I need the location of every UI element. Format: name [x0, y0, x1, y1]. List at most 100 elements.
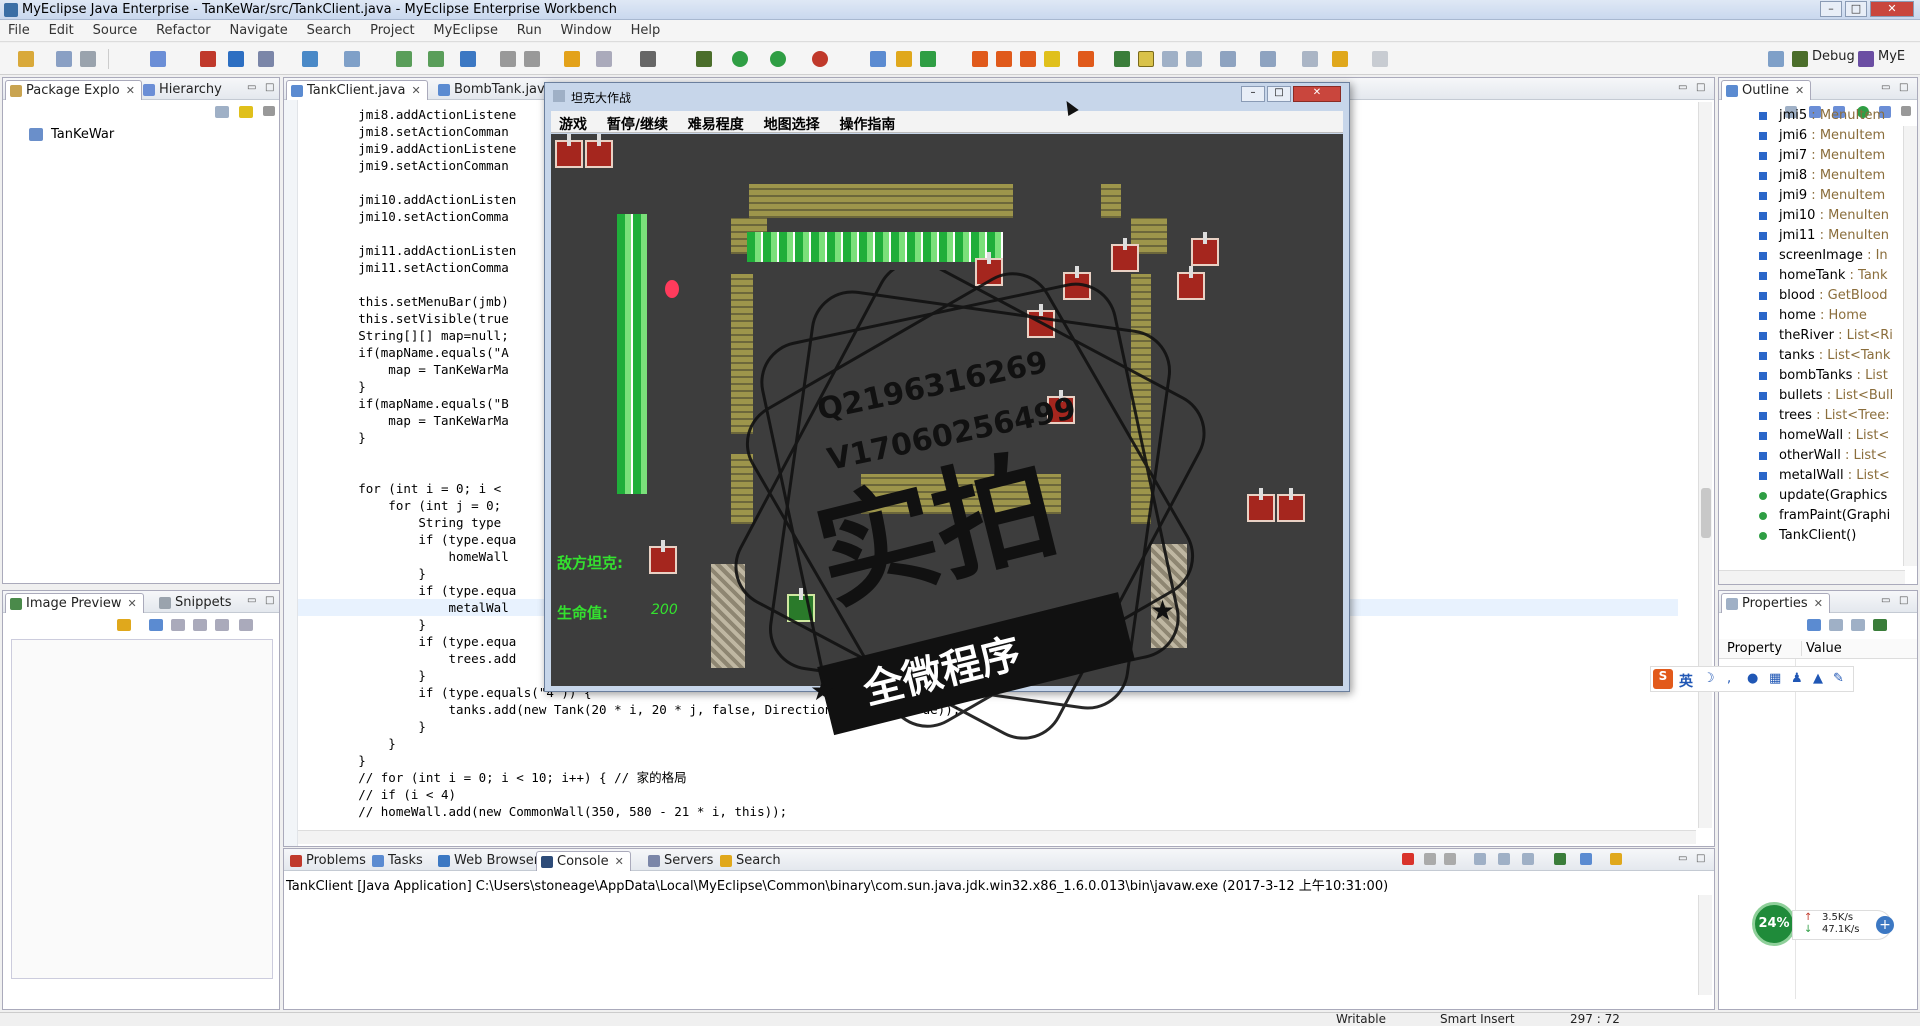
search-files-icon[interactable]	[1078, 51, 1094, 67]
web-icon[interactable]	[344, 51, 360, 67]
outline-item[interactable]: jmi10 : MenuIten	[1759, 208, 1889, 226]
close-icon[interactable]: ✕	[127, 597, 136, 610]
prev-annotation-icon[interactable]	[1260, 51, 1276, 67]
display-console-icon[interactable]	[1580, 853, 1592, 865]
pin-icon[interactable]	[117, 619, 131, 631]
outline-item[interactable]: jmi8 : MenuItem	[1759, 168, 1885, 186]
outline-item[interactable]: framPaint(Graphi	[1759, 508, 1890, 526]
console-scrollbar[interactable]	[1698, 895, 1712, 995]
game-menu-difficulty[interactable]: 难易程度	[680, 111, 752, 134]
tab-console[interactable]: Console ✕	[536, 851, 631, 871]
remove-all-icon[interactable]	[1444, 853, 1456, 865]
moon-icon[interactable]: ☽	[1703, 671, 1715, 686]
outline-item[interactable]: jmi5 : MenuItem	[1759, 108, 1885, 126]
open-perspective-icon[interactable]	[1768, 51, 1784, 67]
maximize-view-icon[interactable]: □	[1899, 82, 1908, 93]
view-menu-icon[interactable]	[1901, 106, 1911, 116]
minimize-view-icon[interactable]: ▭	[1881, 595, 1890, 606]
game-minimize-button[interactable]: –	[1241, 86, 1265, 102]
outline-item[interactable]: homeWall : List<	[1759, 428, 1889, 446]
menu-window[interactable]: Window	[553, 20, 619, 38]
open-file-icon[interactable]	[972, 51, 988, 67]
game-menu-pause[interactable]: 暂停/继续	[599, 111, 676, 134]
pin-properties-icon[interactable]	[1873, 619, 1887, 631]
close-button[interactable]: ✕	[1870, 1, 1914, 17]
outline-item[interactable]: tanks : List<Tank	[1759, 348, 1890, 366]
run-history-icon[interactable]	[770, 51, 786, 67]
settings-icon[interactable]	[596, 51, 612, 67]
copy-icon[interactable]	[524, 51, 540, 67]
myeclipse-perspective-button[interactable]: MyE	[1878, 49, 1905, 64]
tank-game-window[interactable]: 坦克大作战 – □ ✕ 游戏 暂停/继续 难易程度 地图选择 操作指南 敌方坦克…	[544, 82, 1350, 692]
mark-occurrences-icon[interactable]	[1138, 51, 1154, 67]
tab-servers[interactable]: Servers	[644, 851, 719, 871]
pen-icon[interactable]	[1044, 51, 1060, 67]
network-monitor-widget[interactable]: 24% ↑ 3.5K/s ↓ 47.1K/s +	[1752, 902, 1912, 948]
last-edit-icon[interactable]	[1302, 51, 1318, 67]
menu-project[interactable]: Project	[362, 20, 421, 38]
next-annotation-icon[interactable]	[1220, 51, 1236, 67]
tools-icon[interactable]: ✎	[1833, 671, 1844, 686]
game-canvas[interactable]: 敌方坦克: 生命值: 200	[551, 134, 1343, 686]
outline-item[interactable]: bombTanks : List	[1759, 368, 1888, 386]
collapse-all-icon[interactable]	[215, 106, 229, 118]
keyboard-icon[interactable]: ▦	[1769, 671, 1781, 686]
plus-icon[interactable]: +	[1876, 916, 1894, 934]
maximize-view-icon[interactable]: □	[1899, 595, 1908, 606]
outline-item[interactable]: jmi7 : MenuItem	[1759, 148, 1885, 166]
external-tools-icon[interactable]	[812, 51, 828, 67]
tab-hierarchy[interactable]: Hierarchy	[139, 80, 228, 100]
monitor-icon[interactable]	[640, 51, 656, 67]
outline-scrollbar[interactable]	[1903, 126, 1917, 566]
ime-toolbar[interactable]: S 英 ☽ , ● ▦ ♟ ▲ ✎	[1650, 666, 1854, 692]
run-icon[interactable]	[732, 51, 748, 67]
terminate-icon[interactable]	[1402, 853, 1414, 865]
stretch-icon[interactable]	[239, 619, 253, 631]
tab-web-browser[interactable]: Web Browser	[434, 851, 545, 871]
outline-item[interactable]: jmi6 : MenuItem	[1759, 128, 1885, 146]
actual-size-icon[interactable]	[215, 619, 229, 631]
new-package-icon[interactable]	[896, 51, 912, 67]
zoom-out-icon[interactable]	[171, 619, 185, 631]
tab-search[interactable]: Search	[716, 851, 787, 871]
editor-horizontal-scrollbar[interactable]	[298, 830, 1696, 844]
pin-console-icon[interactable]	[1554, 853, 1566, 865]
tab-outline[interactable]: Outline ✕	[1721, 80, 1812, 100]
outline-item[interactable]: jmi11 : MenuIten	[1759, 228, 1889, 246]
maximize-view-icon[interactable]: □	[1696, 853, 1705, 864]
package-icon[interactable]	[428, 51, 444, 67]
code-line[interactable]: // homeWall.add(new CommonWall(350, 580 …	[298, 803, 1678, 820]
game-menu-game[interactable]: 游戏	[551, 111, 595, 134]
game-close-button[interactable]: ✕	[1293, 86, 1341, 102]
minimize-view-icon[interactable]: ▭	[1678, 82, 1687, 93]
tab-tankclient-java[interactable]: TankClient.java ✕	[286, 80, 428, 100]
new-icon[interactable]	[18, 51, 34, 67]
show-advanced-icon[interactable]	[1829, 619, 1843, 631]
java-project-icon[interactable]	[396, 51, 412, 67]
close-icon[interactable]: ✕	[615, 855, 624, 868]
close-icon[interactable]: ✕	[412, 84, 421, 97]
back-icon[interactable]	[1332, 51, 1348, 67]
code-line[interactable]: }	[298, 735, 1678, 752]
restore-default-icon[interactable]	[1851, 619, 1865, 631]
tab-image-preview[interactable]: Image Preview ✕	[5, 593, 144, 613]
maximize-view-icon[interactable]: □	[1696, 82, 1705, 93]
open-project-icon[interactable]	[1020, 51, 1036, 67]
skin-icon[interactable]: ▲	[1813, 671, 1823, 686]
outline-item[interactable]: blood : GetBlood	[1759, 288, 1888, 306]
fit-icon[interactable]	[149, 619, 163, 631]
tab-bombtank-java[interactable]: BombTank.java	[434, 80, 559, 100]
scroll-thumb[interactable]	[1701, 488, 1711, 538]
wizard-icon[interactable]	[302, 51, 318, 67]
outline-item[interactable]: TankClient()	[1759, 528, 1856, 546]
code-line[interactable]: tanks.add(new Tank(20 * i, 20 * j, false…	[298, 701, 1678, 718]
outline-item[interactable]: jmi9 : MenuItem	[1759, 188, 1885, 206]
tab-snippets[interactable]: Snippets	[155, 593, 237, 613]
game-menu-guide[interactable]: 操作指南	[831, 111, 903, 134]
deploy-icon[interactable]	[200, 51, 216, 67]
minimize-button[interactable]: –	[1820, 1, 1842, 17]
new-class-icon[interactable]	[870, 51, 886, 67]
minimize-view-icon[interactable]: ▭	[247, 82, 256, 93]
outline-item[interactable]: screenImage : In	[1759, 248, 1888, 266]
show-categories-icon[interactable]	[1807, 619, 1821, 631]
